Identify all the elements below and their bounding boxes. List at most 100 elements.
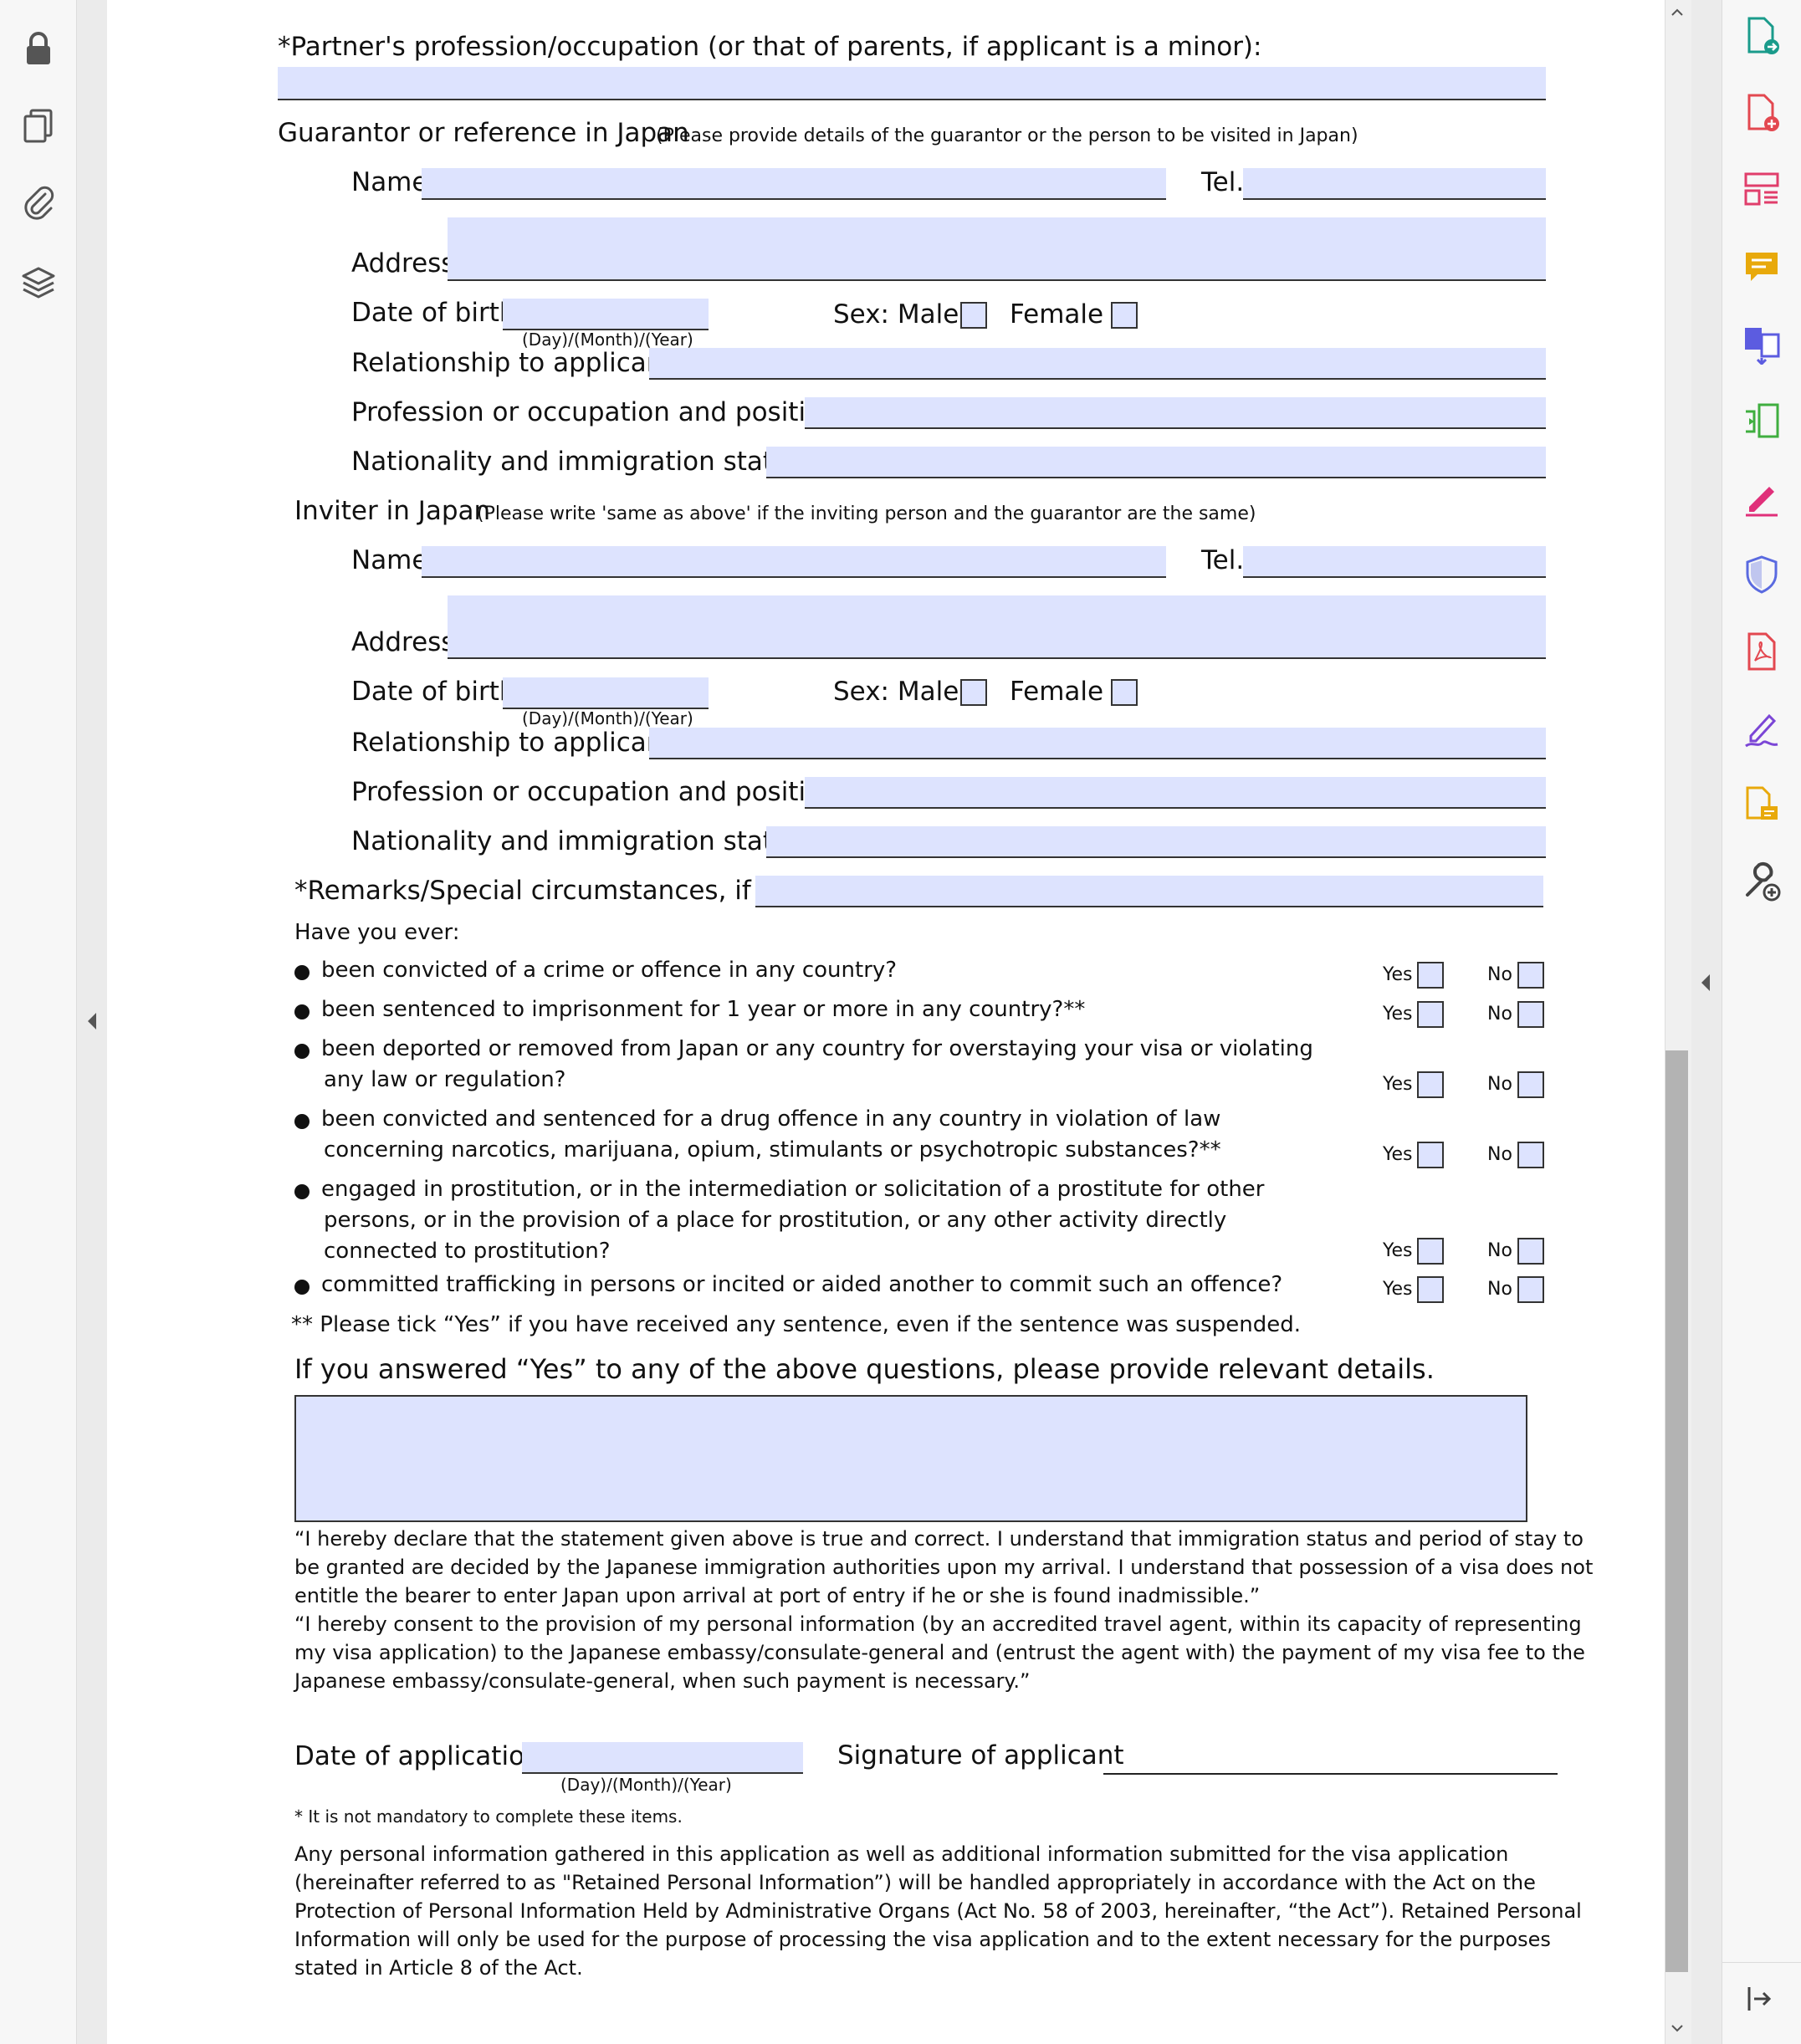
guarantor-profession-label: Profession or occupation and position: [351, 397, 838, 427]
guarantor-sex-label: Sex: Male: [833, 299, 959, 330]
suspended-sentence-note: ** Please tick “Yes” if you have receive…: [291, 1312, 1301, 1337]
inviter-profession-field[interactable]: [805, 777, 1546, 809]
more-tools-icon[interactable]: [1741, 861, 1783, 903]
guarantor-nationality-field[interactable]: [766, 447, 1546, 478]
inviter-dob-label: Date of birth: [351, 677, 516, 707]
question-2-no-checkbox[interactable]: [1517, 1001, 1544, 1028]
inviter-female-checkbox[interactable]: [1111, 679, 1138, 706]
partner-occupation-field[interactable]: [278, 67, 1546, 100]
comment-icon[interactable]: [1741, 246, 1783, 288]
protect-icon[interactable]: [1741, 554, 1783, 595]
inviter-tel-field[interactable]: [1243, 546, 1546, 578]
acrobat-pdf-icon[interactable]: [1741, 631, 1783, 672]
compress-pdf-icon[interactable]: [1741, 400, 1783, 442]
guarantor-female-checkbox[interactable]: [1111, 302, 1138, 329]
guarantor-tel-field[interactable]: [1243, 168, 1546, 200]
pages-icon[interactable]: [20, 107, 57, 144]
document-page: *Partner's profession/occupation (or tha…: [107, 0, 1665, 2044]
inviter-profession-label: Profession or occupation and position: [351, 777, 838, 807]
signature-line: [1103, 1773, 1558, 1775]
inviter-name-label: Name: [351, 545, 428, 575]
question-2-yes-checkbox[interactable]: [1417, 1001, 1444, 1028]
question-6-no-checkbox[interactable]: [1517, 1276, 1544, 1303]
question-3-no-label: No: [1487, 1074, 1512, 1095]
guarantor-address-field[interactable]: [448, 217, 1546, 281]
inviter-dob-field[interactable]: [503, 677, 709, 709]
partner-occupation-label: *Partner's profession/occupation (or tha…: [278, 32, 1262, 62]
question-5-yes-checkbox[interactable]: [1417, 1238, 1444, 1265]
question-5-no-checkbox[interactable]: [1517, 1238, 1544, 1265]
details-textarea[interactable]: [294, 1395, 1527, 1522]
remarks-field[interactable]: [755, 876, 1543, 907]
question-6-yes-checkbox[interactable]: [1417, 1276, 1444, 1303]
question-1-text: been convicted of a crime or offence in …: [321, 958, 898, 983]
question-4-no-checkbox[interactable]: [1517, 1142, 1544, 1168]
layers-icon[interactable]: [20, 264, 57, 301]
inviter-nationality-label: Nationality and immigration status: [351, 826, 803, 856]
lock-icon[interactable]: [20, 30, 57, 67]
create-pdf-icon[interactable]: [1741, 92, 1783, 134]
inviter-relationship-label: Relationship to applicant: [351, 728, 673, 758]
review-document-icon[interactable]: [1741, 784, 1783, 826]
combine-files-icon[interactable]: [1741, 323, 1783, 366]
scroll-down-icon[interactable]: [1668, 2019, 1686, 2037]
question-5-text-line-1: engaged in prostitution, or in the inter…: [321, 1177, 1265, 1202]
privacy-line: Any personal information gathered in thi…: [294, 1842, 1509, 1866]
question-5-yes-label: Yes: [1383, 1240, 1413, 1261]
inviter-tel-label: Tel.: [1201, 545, 1245, 575]
guarantor-heading: Guarantor or reference in Japan: [278, 118, 689, 148]
scroll-up-icon[interactable]: [1668, 3, 1686, 22]
guarantor-relationship-field[interactable]: [649, 348, 1546, 380]
not-mandatory-note: * It is not mandatory to complete these …: [294, 1806, 683, 1827]
date-of-application-label: Date of application: [294, 1741, 541, 1771]
guarantor-profession-field[interactable]: [805, 397, 1546, 429]
guarantor-name-field[interactable]: [422, 168, 1166, 200]
guarantor-dob-label: Date of birth: [351, 298, 516, 328]
question-5-text-line-2: persons, or in the provision of a place …: [324, 1208, 1227, 1233]
question-1-no-checkbox[interactable]: [1517, 962, 1544, 989]
inviter-female-label: Female: [1010, 677, 1104, 707]
declaration-line: “I hereby declare that the statement giv…: [294, 1527, 1584, 1551]
question-2-yes-label: Yes: [1383, 1004, 1413, 1025]
inviter-male-checkbox[interactable]: [960, 679, 987, 706]
inviter-relationship-field[interactable]: [649, 728, 1546, 759]
question-4-yes-checkbox[interactable]: [1417, 1142, 1444, 1168]
export-pdf-icon[interactable]: [1741, 15, 1783, 57]
collapse-right-pane-icon[interactable]: [1698, 970, 1713, 995]
privacy-line: Protection of Personal Information Held …: [294, 1899, 1582, 1923]
inviter-sex-label: Sex: Male: [833, 677, 959, 707]
guarantor-tel-label: Tel.: [1201, 167, 1245, 197]
declaration-line: entitle the bearer to enter Japan upon a…: [294, 1584, 1261, 1607]
question-6-text: committed trafficking in persons or inci…: [321, 1272, 1283, 1297]
guarantor-name-label: Name: [351, 167, 428, 197]
inviter-nationality-field[interactable]: [766, 826, 1546, 858]
collapse-left-pane-icon[interactable]: [84, 1009, 100, 1034]
guarantor-male-checkbox[interactable]: [960, 302, 987, 329]
question-1-no-label: No: [1487, 964, 1512, 985]
question-1-yes-checkbox[interactable]: [1417, 962, 1444, 989]
guarantor-dob-field[interactable]: [503, 299, 709, 330]
inviter-address-field[interactable]: [448, 595, 1546, 659]
signature-label: Signature of applicant: [837, 1740, 1124, 1771]
question-bullet: [294, 965, 310, 980]
expand-panel-icon[interactable]: [1741, 1980, 1778, 2017]
question-3-text-line-2: any law or regulation?: [324, 1067, 566, 1092]
question-bullet: [294, 1280, 310, 1295]
question-3-yes-checkbox[interactable]: [1417, 1071, 1444, 1098]
fill-sign-icon[interactable]: [1741, 477, 1783, 519]
question-3-no-checkbox[interactable]: [1517, 1071, 1544, 1098]
question-6-no-label: No: [1487, 1279, 1512, 1300]
scrollbar-thumb[interactable]: [1665, 1050, 1688, 1972]
right-pane-gutter: [1691, 0, 1722, 2044]
request-signature-icon[interactable]: [1741, 708, 1783, 749]
attachment-icon[interactable]: [20, 184, 57, 221]
guarantor-dob-format: (Day)/(Month)/(Year): [522, 330, 693, 350]
organize-pages-icon[interactable]: [1741, 169, 1783, 211]
question-5-text-line-3: connected to prostitution?: [324, 1239, 611, 1264]
date-of-application-field[interactable]: [522, 1742, 803, 1774]
guarantor-relationship-label: Relationship to applicant: [351, 348, 673, 378]
question-bullet: [294, 1004, 310, 1019]
inviter-note: (Please write 'same as above' if the inv…: [477, 503, 1256, 524]
inviter-name-field[interactable]: [422, 546, 1166, 578]
privacy-text: Any personal information gathered in thi…: [294, 1840, 1582, 1982]
